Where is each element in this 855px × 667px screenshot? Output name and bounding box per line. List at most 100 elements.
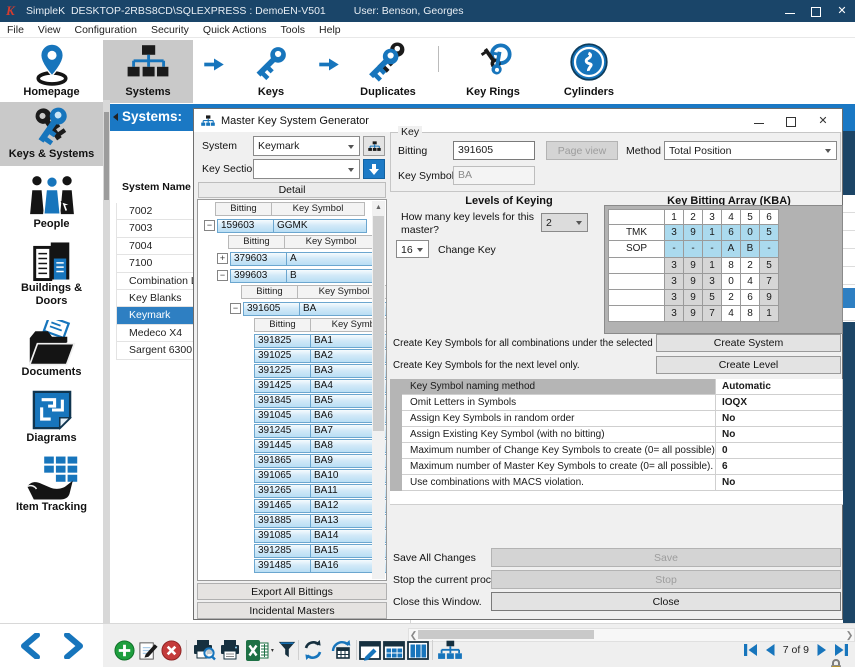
window-close-button[interactable]: ✕ xyxy=(837,6,847,16)
dialog-minimize-button[interactable] xyxy=(754,116,764,126)
sidebar-item-homepage[interactable]: Homepage xyxy=(0,42,103,98)
tree-node-symbol[interactable]: B xyxy=(287,269,380,283)
hierarchy-view-button[interactable] xyxy=(438,638,462,662)
system-name-column-header[interactable]: System Name xyxy=(122,181,191,193)
kba-cell[interactable]: 5 xyxy=(703,290,722,306)
system-hierarchy-button[interactable] xyxy=(363,136,385,156)
refresh-grid-button[interactable] xyxy=(328,638,355,662)
sidebar-item-keys-systems[interactable]: Keys & Systems xyxy=(0,102,103,166)
next-page-button[interactable] xyxy=(816,643,829,657)
ribbon-item-key-rings[interactable]: Key Rings xyxy=(450,40,536,103)
kba-cell[interactable]: 3 xyxy=(703,274,722,290)
kba-cell[interactable]: 2 xyxy=(741,258,760,274)
incidental-masters-button[interactable]: Incidental Masters xyxy=(197,602,387,619)
tree-node[interactable]: 391245BA7 xyxy=(198,423,374,438)
kba-cell[interactable]: 9 xyxy=(684,306,703,322)
window-maximize-button[interactable] xyxy=(811,6,821,16)
menu-tools[interactable]: Tools xyxy=(274,24,313,36)
refresh-button[interactable] xyxy=(301,638,325,662)
tree-node[interactable]: 391865BA9 xyxy=(198,453,374,468)
sidebar-item-documents[interactable]: Documents xyxy=(0,320,103,382)
tree-node[interactable]: 391065BA10 xyxy=(198,468,374,483)
kba-cell[interactable]: 1 xyxy=(760,306,779,322)
option-row[interactable]: Use combinations with MACS violation.No xyxy=(402,475,843,491)
bitting-input[interactable]: 391605 xyxy=(453,141,535,160)
option-value[interactable]: Automatic xyxy=(715,379,842,394)
detail-tab-button[interactable]: Detail xyxy=(198,182,386,198)
dialog-title-bar[interactable]: Master Key System Generator ✕ xyxy=(194,109,842,132)
kba-cell[interactable]: - xyxy=(684,241,703,257)
tree-node-bitting[interactable]: 391045 xyxy=(254,409,311,423)
kba-cell[interactable]: 4 xyxy=(722,306,741,322)
sidebar-item-diagrams[interactable]: Diagrams xyxy=(0,388,103,450)
key-section-combobox[interactable] xyxy=(253,159,360,179)
tree-node-bitting[interactable]: 391825 xyxy=(254,334,311,348)
tree-node[interactable]: 391445BA8 xyxy=(198,438,374,453)
last-page-button[interactable] xyxy=(834,643,849,657)
tree-node-bitting[interactable]: 391845 xyxy=(254,394,311,408)
scroll-up-icon[interactable]: ▲ xyxy=(372,201,385,214)
tree-node[interactable]: 391225BA3 xyxy=(198,363,374,378)
kba-cell[interactable]: 6 xyxy=(722,225,741,241)
kba-cell[interactable]: 3 xyxy=(665,290,684,306)
option-row[interactable]: Maximum number of Change Key Symbols to … xyxy=(402,443,843,459)
tree-node[interactable]: 391885BA13 xyxy=(198,513,374,528)
menu-view[interactable]: View xyxy=(31,24,68,36)
add-button[interactable] xyxy=(112,638,136,662)
kba-cell[interactable]: 9 xyxy=(684,225,703,241)
grid-cells-view-button[interactable] xyxy=(382,638,406,662)
kba-cell[interactable]: 3 xyxy=(665,306,684,322)
sidebar-item-people[interactable]: People xyxy=(0,172,103,234)
dialog-maximize-button[interactable] xyxy=(786,116,796,126)
tree-node-bitting[interactable]: 391225 xyxy=(254,364,311,378)
horizontal-scrollbar[interactable]: ❮ ❯ xyxy=(408,628,855,642)
level-count-combobox[interactable]: 2 xyxy=(541,213,588,232)
grid-columns-view-button[interactable] xyxy=(406,638,430,662)
kba-cell[interactable]: 2 xyxy=(722,290,741,306)
method-combobox[interactable]: Total Position xyxy=(664,141,837,160)
previous-record-button[interactable] xyxy=(19,633,41,659)
tree-node-bitting[interactable]: 391465 xyxy=(254,499,311,513)
option-value[interactable]: 0 xyxy=(715,443,842,458)
kba-cell[interactable]: - xyxy=(760,241,779,257)
create-system-button[interactable]: Create System xyxy=(656,334,841,352)
menu-quick-actions[interactable]: Quick Actions xyxy=(196,24,274,36)
key-section-down-button[interactable] xyxy=(363,159,385,179)
scroll-right-icon[interactable]: ❯ xyxy=(845,629,854,641)
delete-button[interactable] xyxy=(159,638,183,662)
change-key-combobox[interactable]: 16 xyxy=(396,240,429,258)
kba-cell[interactable]: 0 xyxy=(741,225,760,241)
kba-cell[interactable]: 7 xyxy=(760,274,779,290)
kba-cell[interactable]: 9 xyxy=(684,258,703,274)
collapse-panel-icon[interactable] xyxy=(113,113,118,121)
kba-cell[interactable]: 3 xyxy=(665,225,684,241)
option-row[interactable]: Omit Letters in SymbolsIOQX xyxy=(402,395,843,411)
tree-node[interactable]: 391025BA2 xyxy=(198,348,374,363)
kba-cell[interactable]: 1 xyxy=(703,258,722,274)
kba-cell[interactable]: 9 xyxy=(760,290,779,306)
dialog-close-button[interactable]: ✕ xyxy=(818,116,828,126)
tree-node[interactable]: −391605BA xyxy=(198,300,374,317)
next-record-button[interactable] xyxy=(63,633,85,659)
first-page-button[interactable] xyxy=(743,643,758,657)
tree-node[interactable]: 391485BA16 xyxy=(198,558,374,573)
tree-node[interactable]: −159603GGMK xyxy=(198,217,374,234)
menu-security[interactable]: Security xyxy=(144,24,196,36)
close-button[interactable]: Close xyxy=(491,592,841,611)
kba-cell[interactable]: 3 xyxy=(665,258,684,274)
tree-node-bitting[interactable]: 391265 xyxy=(254,484,311,498)
tree-toggle[interactable]: − xyxy=(204,220,215,231)
tree-node-bitting[interactable]: 399603 xyxy=(230,269,287,283)
print-button[interactable] xyxy=(218,638,242,662)
tree-node[interactable]: 391085BA14 xyxy=(198,528,374,543)
tree-node-bitting[interactable]: 159603 xyxy=(217,219,274,233)
option-value[interactable]: No xyxy=(715,427,842,442)
tree-toggle[interactable]: + xyxy=(217,253,228,264)
sidebar-item-buildings-doors[interactable]: Buildings &Doors xyxy=(0,240,103,312)
tree-node-bitting[interactable]: 391445 xyxy=(254,439,311,453)
ribbon-item-duplicates[interactable]: Duplicates xyxy=(345,40,431,103)
tree-node-bitting[interactable]: 391425 xyxy=(254,379,311,393)
tree-node[interactable]: 391825BA1 xyxy=(198,333,374,348)
kba-cell[interactable]: A xyxy=(722,241,741,257)
tree-node[interactable]: 391425BA4 xyxy=(198,378,374,393)
